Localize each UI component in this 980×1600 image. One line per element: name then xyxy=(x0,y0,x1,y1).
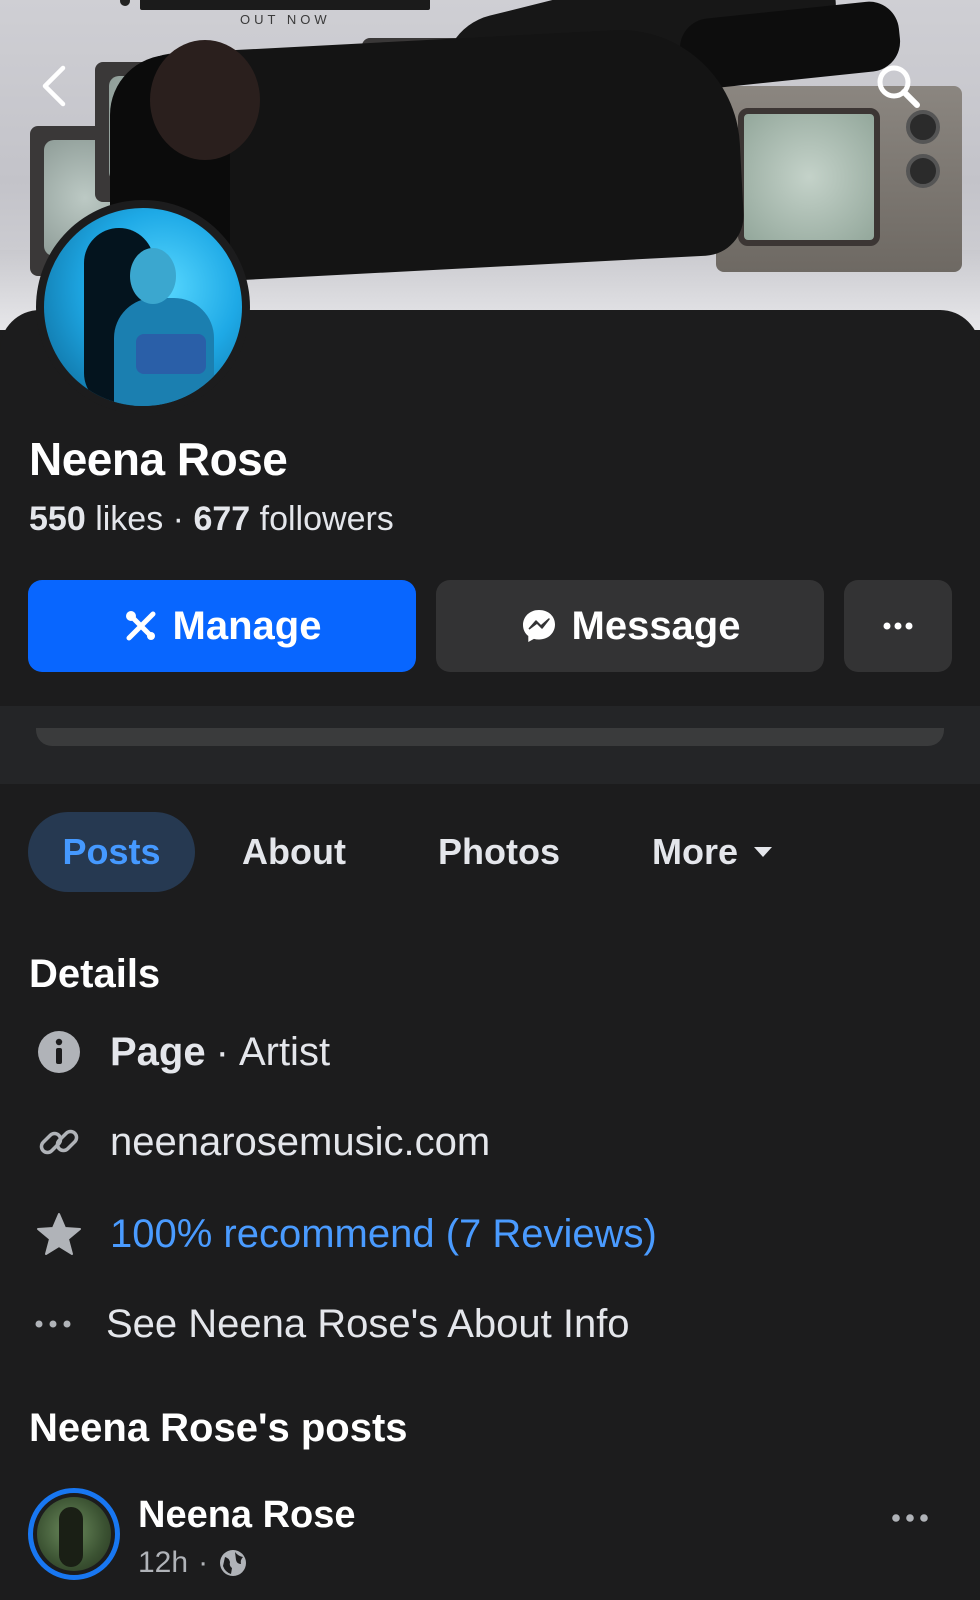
page-category: Artist xyxy=(238,1029,331,1074)
recommend-link[interactable]: 100% recommend (7 Reviews) xyxy=(110,1212,657,1257)
tab-more-label: More xyxy=(652,831,739,872)
post-meta: 12h · xyxy=(138,1546,248,1580)
caret-down-icon xyxy=(754,847,773,857)
detail-page-category: Page · Artist xyxy=(36,1022,330,1082)
more-options-button[interactable] xyxy=(844,580,952,672)
collapsed-bar[interactable] xyxy=(36,728,944,746)
post-options-button[interactable] xyxy=(880,1498,940,1538)
followers-count: 677 xyxy=(193,500,251,538)
see-about-link[interactable]: See Neena Rose's About Info xyxy=(106,1302,630,1347)
globe-icon xyxy=(220,1550,247,1576)
cover-decoration xyxy=(120,0,130,6)
likes-label: likes xyxy=(95,500,164,538)
manage-button[interactable]: Manage xyxy=(28,580,416,672)
avatar-image xyxy=(44,208,242,406)
cover-caption: OUT NOW xyxy=(240,12,331,27)
star-icon xyxy=(36,1211,82,1257)
chevron-left-icon xyxy=(42,65,66,107)
posts-heading: Neena Rose's posts xyxy=(29,1406,408,1450)
post-header: Neena Rose 12h · xyxy=(28,1488,952,1588)
messenger-icon xyxy=(522,610,555,642)
tab-posts[interactable]: Posts xyxy=(28,812,195,892)
likes-count: 550 xyxy=(29,500,86,538)
more-horizontal-icon xyxy=(883,622,913,630)
more-horizontal-icon xyxy=(30,1301,76,1347)
page-title: Neena Rose xyxy=(29,433,288,485)
detail-see-about[interactable]: See Neena Rose's About Info xyxy=(30,1294,630,1354)
post-author-name[interactable]: Neena Rose xyxy=(138,1494,356,1537)
page-separator: · xyxy=(215,1029,229,1074)
detail-website[interactable]: neenarosemusic.com xyxy=(36,1112,490,1172)
post-time[interactable]: 12h xyxy=(138,1546,188,1580)
tab-photos[interactable]: Photos xyxy=(438,812,560,892)
detail-recommendations[interactable]: 100% recommend (7 Reviews) xyxy=(36,1204,657,1264)
message-label: Message xyxy=(571,603,741,648)
tab-about[interactable]: About xyxy=(242,812,346,892)
stats-separator: · xyxy=(172,500,184,538)
manage-label: Manage xyxy=(172,603,322,648)
info-icon xyxy=(36,1029,82,1075)
page-stats: 550 likes · 677 followers xyxy=(29,500,394,539)
link-icon xyxy=(36,1119,82,1165)
cover-banner xyxy=(140,0,430,10)
page-label: Page xyxy=(110,1029,206,1074)
message-button[interactable]: Message xyxy=(436,580,824,672)
search-icon xyxy=(877,65,920,108)
more-horizontal-icon xyxy=(892,1514,928,1522)
details-heading: Details xyxy=(29,952,161,996)
website-link[interactable]: neenarosemusic.com xyxy=(110,1120,490,1165)
followers-label: followers xyxy=(259,500,394,538)
search-button[interactable] xyxy=(868,56,928,116)
post-meta-separator: · xyxy=(198,1546,209,1579)
back-button[interactable] xyxy=(24,56,84,116)
post-author-avatar[interactable] xyxy=(28,1488,120,1580)
profile-avatar[interactable] xyxy=(36,200,250,414)
tools-icon xyxy=(125,611,156,641)
tab-more[interactable]: More xyxy=(652,812,774,892)
cover-figure xyxy=(150,40,260,160)
